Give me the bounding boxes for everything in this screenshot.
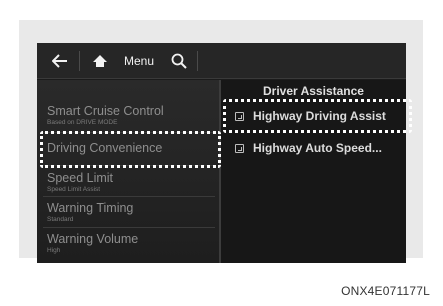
top-bar: Menu [37,43,406,79]
divider [43,227,215,228]
option-label: Highway Auto Speed... [253,141,382,155]
highlight-driving-convenience [40,131,221,168]
back-button[interactable] [45,43,75,79]
menu-item-warning-volume[interactable]: Warning Volume High [47,232,217,255]
menu-item-subtitle: Standard [47,216,74,223]
menu-item-title: Speed Limit [47,171,114,185]
figure-code: ONX4E071177L [341,284,430,298]
menu-item-warning-timing[interactable]: Warning Timing Standard [47,201,217,224]
menu-label: Menu [123,54,155,68]
menu-item-subtitle: Speed Limit Assist [47,186,101,193]
highlight-highway-driving-assist [223,99,412,133]
menu-item-subtitle: Based on DRIVE MODE [47,119,118,126]
menu-item-subtitle: High [47,247,61,254]
menu-item-title: Warning Timing [47,201,134,215]
menu-item-speed-limit[interactable]: Speed Limit Speed Limit Assist [47,171,217,194]
search-icon [171,53,187,69]
home-button[interactable] [87,43,113,79]
option-highway-auto-speed[interactable]: Highway Auto Speed... [235,141,382,155]
divider [43,196,215,197]
divider [197,51,198,71]
menu-item-title: Smart Cruise Control [47,104,164,118]
home-icon [93,55,107,67]
panel-title: Driver Assistance [263,84,364,98]
divider [79,51,80,71]
search-button[interactable] [165,43,193,79]
menu-item-smart-cruise-control[interactable]: Smart Cruise Control Based on DRIVE MODE [47,104,217,127]
menu-item-title: Warning Volume [47,232,139,246]
back-arrow-icon [52,54,67,68]
checkbox-icon[interactable] [235,143,244,153]
menu-button[interactable]: Menu [119,43,159,79]
